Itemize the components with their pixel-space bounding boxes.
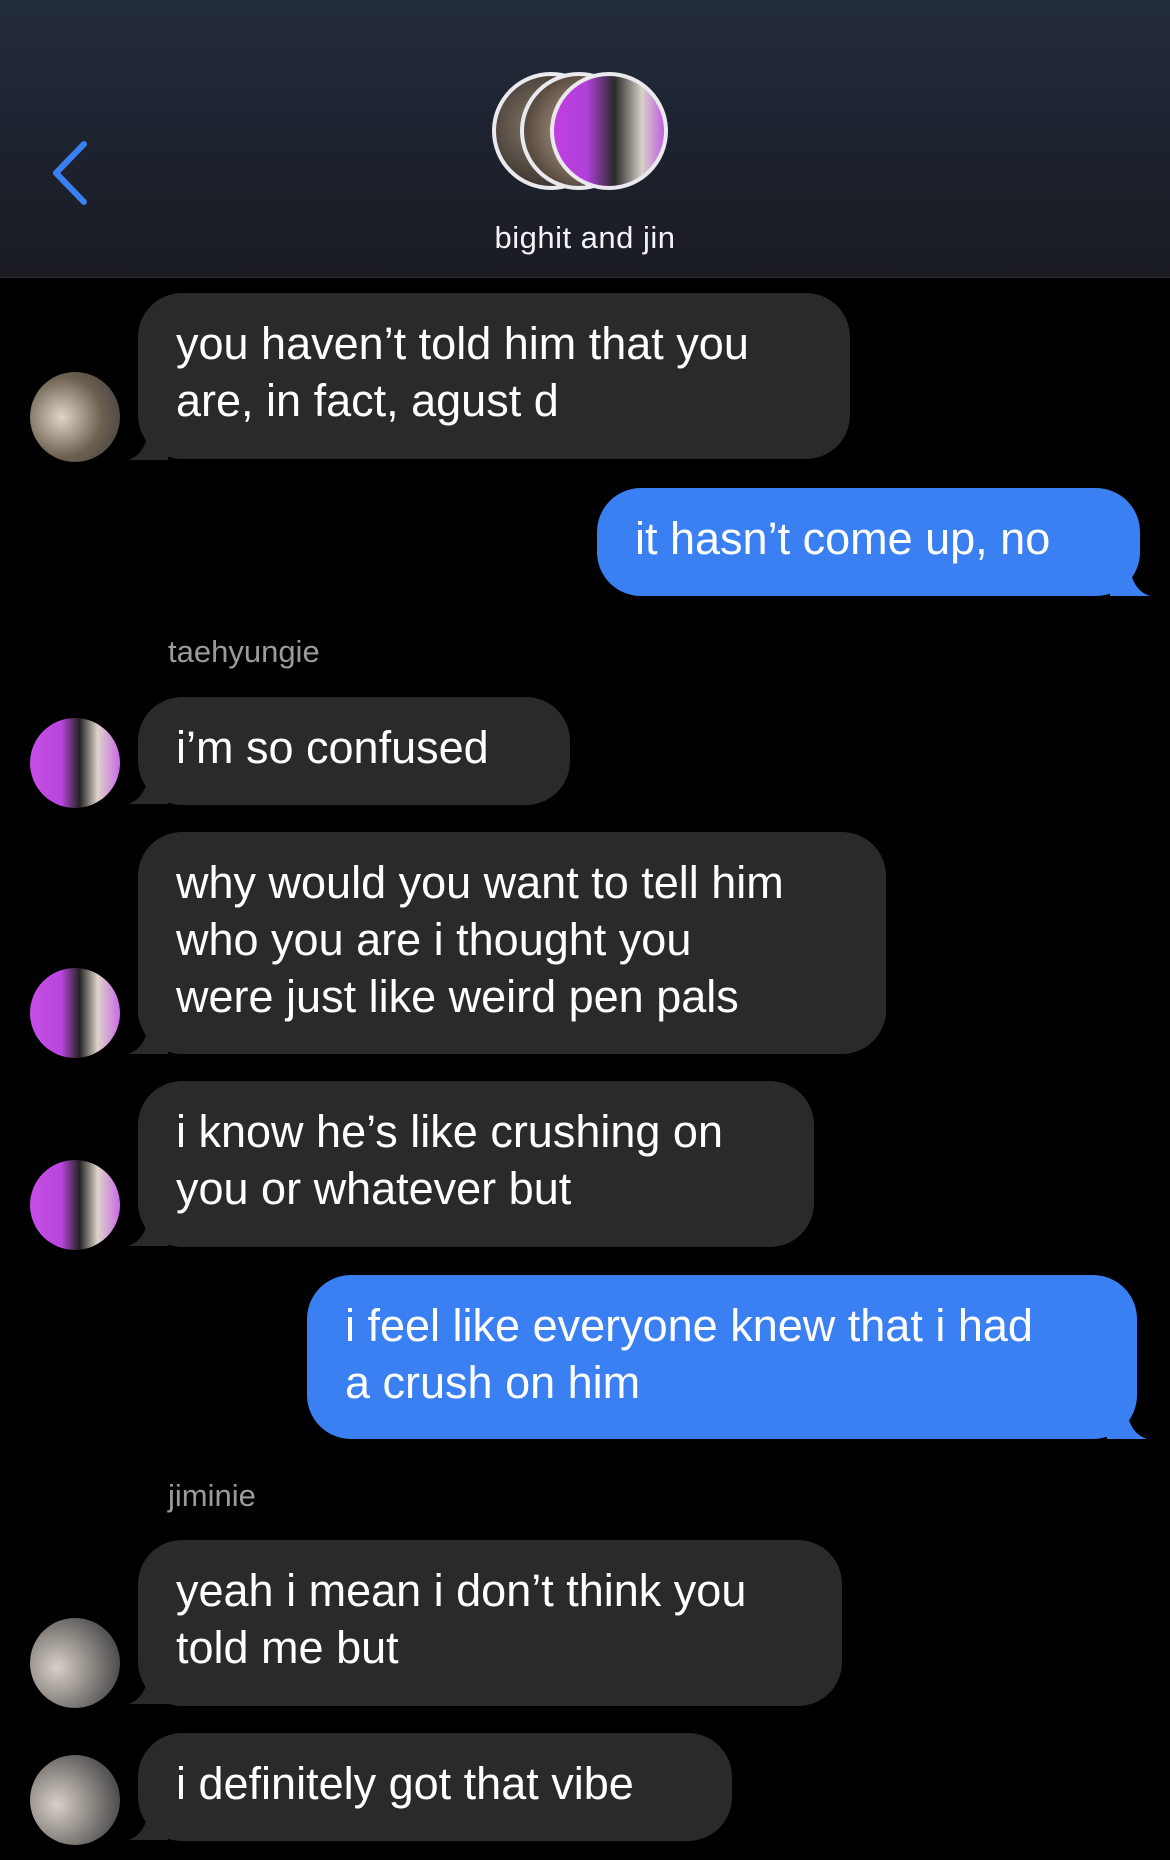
message-text: i feel like everyone knew that i had bbox=[345, 1300, 1033, 1351]
outgoing-message[interactable]: i feel like everyone knew that i had a c… bbox=[307, 1275, 1137, 1439]
incoming-message[interactable]: yeah i mean i don’t think you told me bu… bbox=[138, 1540, 842, 1706]
message-text: it hasn’t come up, no bbox=[635, 513, 1051, 564]
message-text: i definitely got that vibe bbox=[176, 1758, 634, 1809]
incoming-message[interactable]: why would you want to tell him who you a… bbox=[138, 832, 886, 1054]
message-text: told me but bbox=[176, 1622, 399, 1673]
message-text: you haven’t told him that you bbox=[176, 318, 749, 369]
chevron-left-icon[interactable] bbox=[48, 138, 98, 208]
sender-avatar[interactable] bbox=[30, 1755, 120, 1845]
message-text: you or whatever but bbox=[176, 1163, 572, 1214]
outgoing-message[interactable]: it hasn’t come up, no bbox=[597, 488, 1140, 596]
message-text: who you are i thought you bbox=[176, 914, 692, 965]
sender-avatar[interactable] bbox=[30, 1160, 120, 1250]
sender-name: taehyungie bbox=[168, 634, 320, 669]
sender-avatar[interactable] bbox=[30, 1618, 120, 1708]
message-text: yeah i mean i don’t think you bbox=[176, 1565, 747, 1616]
sender-avatar[interactable] bbox=[30, 968, 120, 1058]
message-text: i know he’s like crushing on bbox=[176, 1106, 723, 1157]
incoming-message[interactable]: you haven’t told him that you are, in fa… bbox=[138, 293, 850, 459]
conversation-title[interactable]: bighit and jin bbox=[0, 220, 1170, 256]
bubble-tail bbox=[1110, 556, 1150, 596]
sender-avatar[interactable] bbox=[30, 372, 120, 462]
sender-name: jiminie bbox=[168, 1478, 256, 1513]
group-avatar[interactable] bbox=[492, 72, 682, 202]
incoming-message[interactable]: i definitely got that vibe bbox=[138, 1733, 732, 1841]
sender-avatar[interactable] bbox=[30, 718, 120, 808]
message-text: why would you want to tell him bbox=[176, 857, 784, 908]
chat-header: bighit and jin bbox=[0, 0, 1170, 278]
member-avatar-3 bbox=[550, 72, 668, 190]
message-text: were just like weird pen pals bbox=[176, 971, 739, 1022]
message-text: i’m so confused bbox=[176, 722, 489, 773]
message-text: a crush on him bbox=[345, 1357, 641, 1408]
message-text: are, in fact, agust d bbox=[176, 375, 559, 426]
incoming-message[interactable]: i know he’s like crushing on you or what… bbox=[138, 1081, 814, 1247]
bubble-tail bbox=[1107, 1399, 1147, 1439]
incoming-message[interactable]: i’m so confused bbox=[138, 697, 570, 805]
